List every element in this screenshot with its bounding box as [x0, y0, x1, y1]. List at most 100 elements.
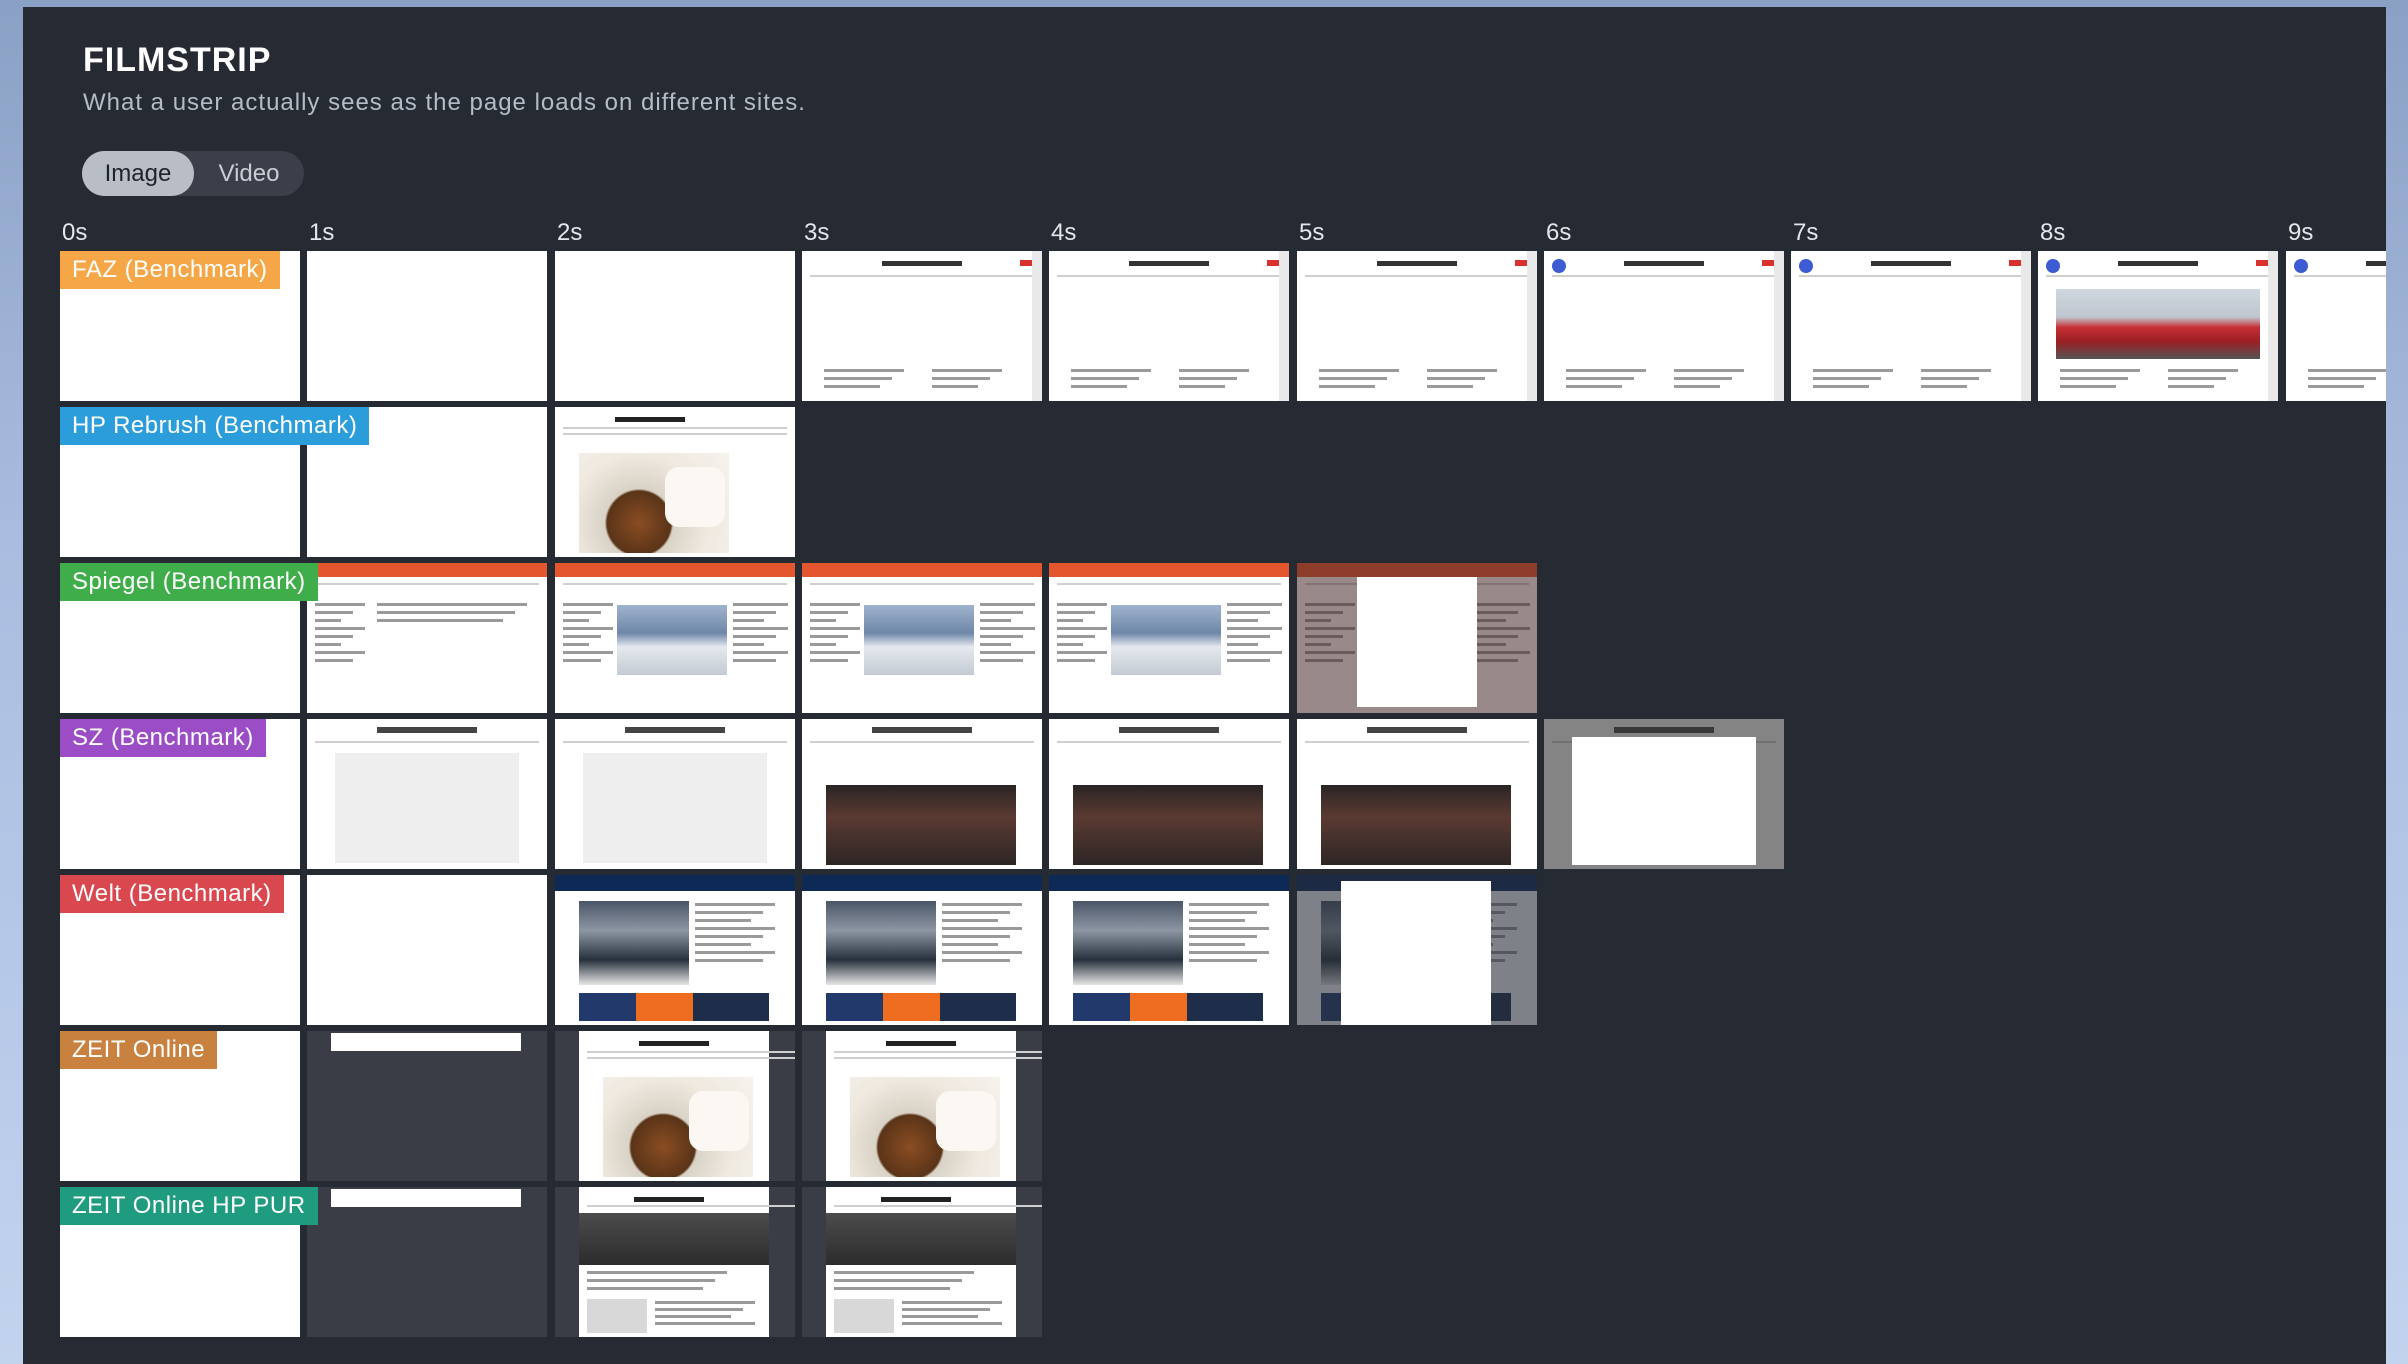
article-image	[579, 1213, 769, 1265]
page-title: FILMSTRIP	[83, 41, 272, 79]
row-label: SZ (Benchmark)	[60, 719, 266, 757]
frame-thumbnail	[1049, 875, 1289, 1025]
article-image	[1321, 785, 1511, 865]
filmstrip-frame[interactable]	[555, 407, 795, 557]
frame-thumbnail	[555, 563, 795, 713]
image-toggle-button[interactable]: Image	[82, 151, 194, 196]
frame-thumbnail	[802, 251, 1042, 401]
filmstrip-frame[interactable]	[1297, 563, 1537, 713]
loading-header-strip	[331, 1033, 521, 1051]
filmstrip-frame[interactable]	[1049, 563, 1289, 713]
frame-thumbnail	[1544, 251, 1784, 401]
faz-logo-icon	[1799, 259, 1813, 273]
frame-thumbnail	[555, 875, 795, 1025]
timeline-tick: 3s	[804, 219, 830, 246]
row-label: Spiegel (Benchmark)	[60, 563, 318, 601]
filmstrip-frame[interactable]	[555, 251, 795, 401]
frame-thumbnail	[1049, 251, 1289, 401]
article-image	[826, 785, 1016, 865]
frame-thumbnail	[555, 719, 795, 869]
filmstrip-frame[interactable]	[555, 1031, 795, 1181]
filmstrip-frame[interactable]	[555, 563, 795, 713]
timeline-tick: 5s	[1299, 219, 1325, 246]
article-image	[1111, 605, 1221, 675]
spiegel-header	[1049, 563, 1289, 577]
video-toggle-button[interactable]: Video	[194, 151, 304, 196]
spiegel-header	[802, 563, 1042, 577]
row-label: ZEIT Online	[60, 1031, 218, 1069]
article-image	[826, 901, 936, 985]
view-toggle: Image Video	[82, 151, 304, 196]
filmstrip-frame[interactable]	[1791, 251, 2031, 401]
filmstrip-frame[interactable]	[802, 563, 1042, 713]
frame-thumbnail	[1049, 563, 1289, 713]
frame-thumbnail	[1791, 251, 2031, 401]
faz-logo-icon	[2294, 259, 2308, 273]
filmstrip-frame[interactable]	[1544, 251, 1784, 401]
filmstrip-frame[interactable]	[1544, 719, 1784, 869]
filmstrip-frame[interactable]	[555, 1187, 795, 1337]
filmstrip-frame[interactable]	[555, 875, 795, 1025]
article-image	[864, 605, 974, 675]
row-label: FAZ (Benchmark)	[60, 251, 280, 289]
article-image	[826, 1213, 1016, 1265]
timeline-tick: 4s	[1051, 219, 1077, 246]
frame-thumbnail	[579, 1031, 795, 1181]
timeline-tick: 0s	[62, 219, 88, 246]
timeline-tick: 1s	[309, 219, 335, 246]
welt-header	[1049, 875, 1289, 891]
filmstrip-frame[interactable]	[1049, 875, 1289, 1025]
frame-thumbnail	[826, 1031, 1042, 1181]
consent-modal	[1572, 737, 1756, 865]
filmstrip-frame[interactable]	[1049, 251, 1289, 401]
filmstrip-frame[interactable]	[802, 719, 1042, 869]
row-label: Welt (Benchmark)	[60, 875, 284, 913]
welt-header	[802, 875, 1042, 891]
timeline-tick: 8s	[2040, 219, 2066, 246]
article-image	[617, 605, 727, 675]
filmstrip-frame[interactable]	[307, 719, 547, 869]
frame-thumbnail	[802, 563, 1042, 713]
frame-thumbnail	[1297, 875, 1537, 1025]
filmstrip-frame[interactable]	[802, 875, 1042, 1025]
filmstrip-frame[interactable]	[2286, 251, 2386, 401]
filmstrip-frame[interactable]	[802, 1031, 1042, 1181]
frame-thumbnail	[1049, 719, 1289, 869]
frame-thumbnail	[802, 875, 1042, 1025]
spiegel-header	[307, 563, 547, 577]
filmstrip-frame[interactable]	[1297, 875, 1537, 1025]
filmstrip-frame[interactable]	[1297, 251, 1537, 401]
frame-thumbnail	[1297, 563, 1537, 713]
filmstrip-frame[interactable]	[307, 251, 547, 401]
filmstrip-frame[interactable]	[802, 251, 1042, 401]
row-label: HP Rebrush (Benchmark)	[60, 407, 370, 445]
frame-thumbnail	[826, 1187, 1042, 1337]
frame-thumbnail	[2038, 251, 2278, 401]
welt-header	[555, 875, 795, 891]
frame-thumbnail	[802, 719, 1042, 869]
article-image	[1073, 901, 1183, 985]
timeline-tick: 6s	[1546, 219, 1572, 246]
frame-thumbnail	[307, 563, 547, 713]
frame-thumbnail	[1297, 719, 1537, 869]
filmstrip-frame[interactable]	[1049, 719, 1289, 869]
frame-thumbnail	[555, 407, 795, 557]
filmstrip-frame[interactable]	[307, 1187, 547, 1337]
filmstrip-frame[interactable]	[307, 875, 547, 1025]
filmstrip-frame[interactable]	[2038, 251, 2278, 401]
faz-logo-icon	[2046, 259, 2060, 273]
timeline-tick: 7s	[1793, 219, 1819, 246]
article-image	[579, 901, 689, 985]
frame-thumbnail	[579, 1187, 795, 1337]
filmstrip-frame[interactable]	[1297, 719, 1537, 869]
frame-thumbnail	[1544, 719, 1784, 869]
filmstrip-frame[interactable]	[307, 563, 547, 713]
consent-modal	[1341, 881, 1491, 1025]
filmstrip-frame[interactable]	[307, 1031, 547, 1181]
consent-modal	[1357, 577, 1477, 707]
timeline-tick: 9s	[2288, 219, 2314, 246]
filmstrip-frame[interactable]	[802, 1187, 1042, 1337]
filmstrip-frame[interactable]	[555, 719, 795, 869]
article-image	[1073, 785, 1263, 865]
row-label: ZEIT Online HP PUR	[60, 1187, 318, 1225]
